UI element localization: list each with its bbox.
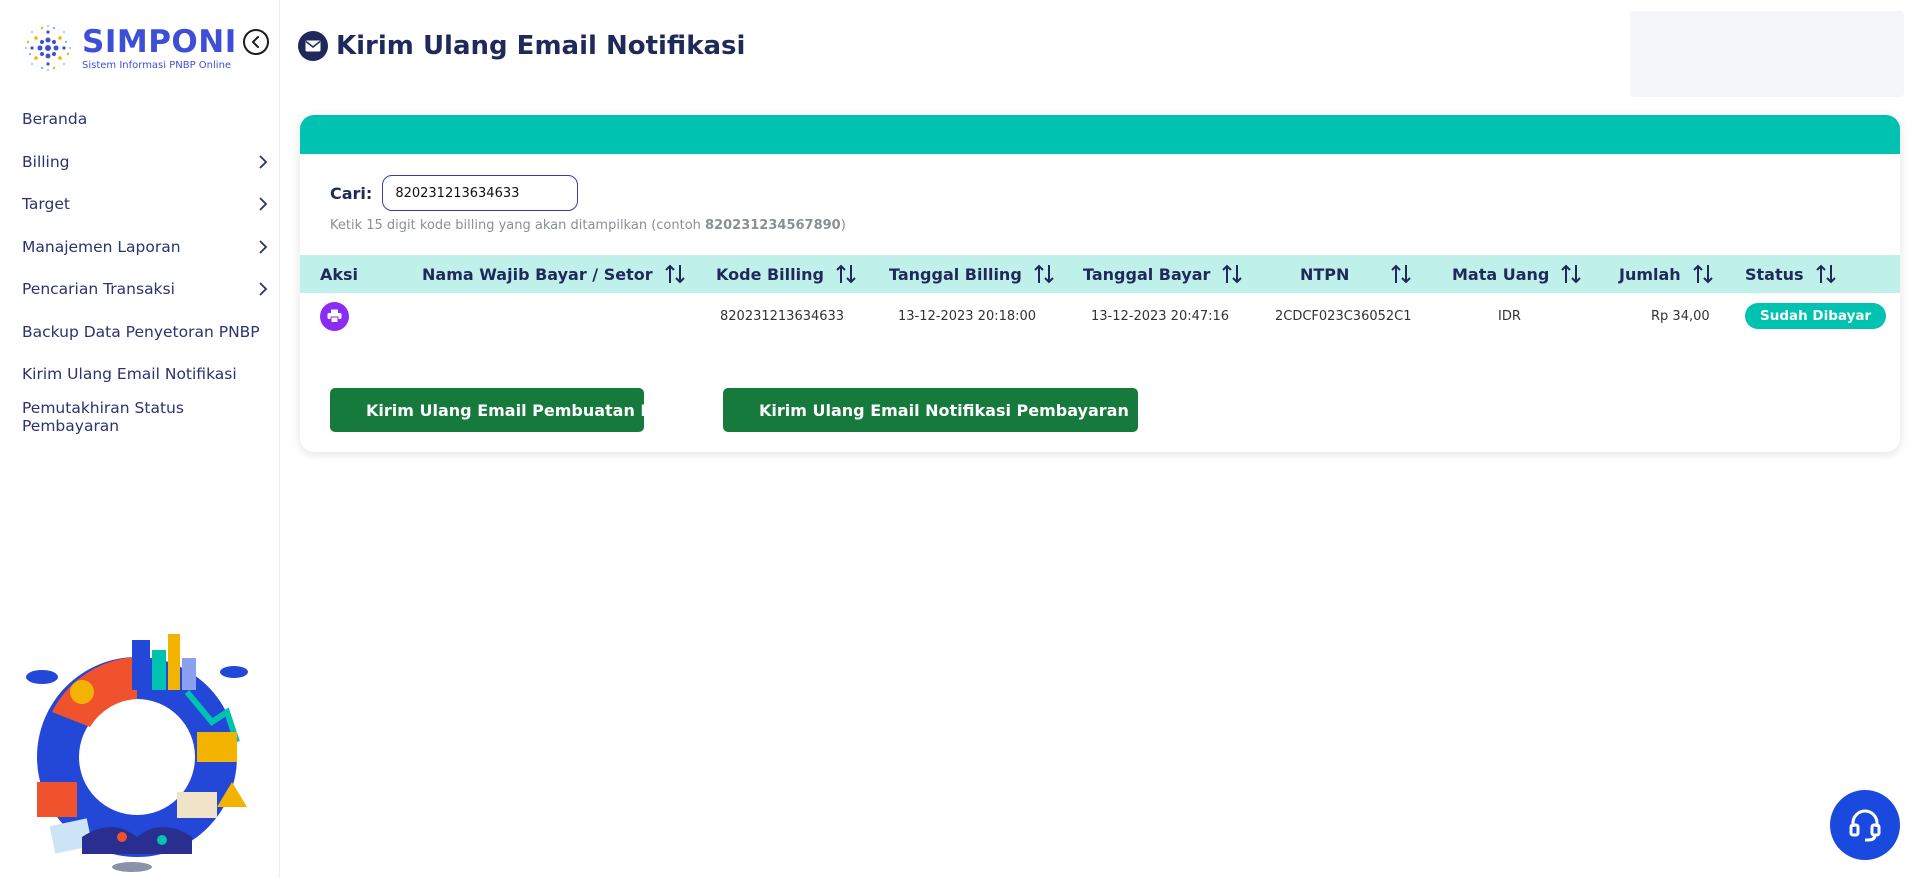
sidebar-item-label: Beranda [22, 110, 88, 129]
resend-notification-card: Cari: Ketik 15 digit kode billing yang a… [300, 115, 1900, 452]
headset-icon [1849, 809, 1881, 842]
brand-name: SIMPONI [82, 24, 237, 60]
search-row: Cari: [330, 175, 579, 211]
sidebar-item-label: Manajemen Laporan [22, 237, 181, 256]
search-hint-suffix: ) [840, 218, 846, 233]
sort-icon [1692, 264, 1713, 284]
sort-icon [1561, 264, 1582, 284]
page-title: Kirim Ulang Email Notifikasi [336, 31, 746, 61]
chevron-right-icon [259, 282, 268, 296]
sidebar-item-label: Pencarian Transaksi [22, 280, 175, 299]
sort-icon [1815, 264, 1836, 284]
search-hint: Ketik 15 digit kode billing yang akan di… [330, 218, 846, 233]
column-label: Nama Wajib Bayar / Setor [422, 264, 653, 284]
column-mata-uang[interactable]: Mata Uang [1452, 255, 1583, 293]
cell-ntpn: 2CDCF023C36052C1 [1275, 308, 1412, 324]
column-label: Tanggal Billing [889, 264, 1022, 284]
resend-billing-email-button[interactable]: Kirim Ulang Email Pembuatan Billing [330, 388, 697, 432]
column-label: Jumlah [1619, 264, 1681, 284]
sidebar-item-label: Billing [22, 152, 70, 171]
column-label: NTPN [1300, 264, 1350, 284]
chevron-right-icon [259, 154, 268, 169]
cell-kode-billing: 820231213634633 [720, 308, 845, 324]
column-jumlah[interactable]: Jumlah [1619, 255, 1715, 293]
sidebar-item-pencarian-transaksi[interactable]: Pencarian Transaksi [0, 268, 280, 311]
button-label: Kirim Ulang Email Pembuatan Billing [366, 400, 698, 420]
sidebar: SIMPONI Sistem Informasi PNBP Online Ber… [0, 0, 280, 878]
billing-code-search-input[interactable] [382, 175, 579, 211]
cell-aksi [320, 293, 349, 339]
chevron-right-icon [259, 197, 268, 211]
cell-mata-uang: IDR [1498, 308, 1521, 324]
column-label: Status [1745, 264, 1804, 284]
envelope-icon [298, 31, 328, 61]
sidebar-item-pemutakhiran-status[interactable]: Pemutakhiran Status Pembayaran [0, 396, 280, 439]
cell-tanggal-billing: 13-12-2023 20:18:00 [898, 308, 1037, 324]
chevron-left-icon [252, 36, 259, 48]
card-header-bar [300, 115, 1900, 154]
page-header: Kirim Ulang Email Notifikasi [298, 28, 745, 64]
sort-icon [836, 264, 856, 284]
resend-payment-email-button[interactable]: Kirim Ulang Email Notifikasi Pembayaran [723, 388, 1138, 432]
column-tanggal-bayar[interactable]: Tanggal Bayar [1083, 255, 1244, 293]
column-tanggal-billing[interactable]: Tanggal Billing [889, 255, 1056, 293]
sidebar-item-manajemen-laporan[interactable]: Manajemen Laporan [0, 226, 280, 269]
button-label: Kirim Ulang Email Notifikasi Pembayaran [759, 400, 1129, 420]
sidebar-item-label: Backup Data Penyetoran PNBP [22, 322, 260, 341]
table-row: 820231213634633 13-12-2023 20:18:00 13-1… [300, 293, 1900, 339]
sidebar-item-target[interactable]: Target [0, 183, 280, 226]
column-label: Mata Uang [1452, 264, 1550, 284]
collapse-sidebar-button[interactable] [243, 29, 269, 55]
cell-status: Sudah Dibayar [1745, 293, 1887, 339]
printer-icon [327, 309, 342, 323]
table-header: Aksi Nama Wajib Bayar / Setor Kode Billi… [300, 255, 1900, 293]
sort-icon [1391, 264, 1412, 284]
logo-dots-icon [25, 25, 71, 71]
column-label: Kode Billing [716, 264, 824, 284]
column-status[interactable]: Status [1745, 255, 1838, 293]
column-aksi: Aksi [320, 255, 358, 293]
sidebar-menu: Beranda Billing Target Manajemen Laporan… [0, 98, 280, 438]
sidebar-item-label: Kirim Ulang Email Notifikasi [22, 365, 237, 384]
column-nama[interactable]: Nama Wajib Bayar / Setor [422, 255, 687, 293]
help-support-button[interactable] [1830, 790, 1900, 860]
column-label: Aksi [320, 264, 359, 284]
sort-icon [1034, 264, 1054, 284]
search-label: Cari: [330, 183, 373, 203]
sidebar-item-backup-data[interactable]: Backup Data Penyetoran PNBP [0, 311, 280, 354]
status-badge: Sudah Dibayar [1745, 303, 1887, 329]
sidebar-item-kirim-ulang-email[interactable]: Kirim Ulang Email Notifikasi [0, 353, 280, 396]
column-kode-billing[interactable]: Kode Billing [716, 255, 858, 293]
sidebar-item-label: Pemutakhiran Status Pembayaran [22, 398, 184, 435]
cell-jumlah: Rp 34,00 [1651, 308, 1710, 324]
sidebar-illustration [26, 634, 248, 872]
sidebar-item-label: Target [22, 195, 70, 214]
search-hint-example: 820231234567890 [705, 218, 841, 233]
header-placeholder-box [1630, 11, 1904, 97]
chevron-right-icon [259, 239, 268, 254]
simponi-logo[interactable]: SIMPONI Sistem Informasi PNBP Online [18, 18, 238, 78]
sort-icon [664, 264, 685, 284]
brand-tagline: Sistem Informasi PNBP Online [82, 60, 232, 71]
print-button[interactable] [320, 301, 349, 331]
cell-tanggal-bayar: 13-12-2023 20:47:16 [1091, 308, 1230, 324]
sidebar-item-beranda[interactable]: Beranda [0, 98, 280, 141]
sidebar-item-billing[interactable]: Billing [0, 141, 280, 184]
column-ntpn[interactable]: NTPN [1300, 255, 1413, 293]
column-label: Tanggal Bayar [1083, 264, 1211, 284]
sort-icon [1222, 264, 1243, 284]
search-hint-prefix: Ketik 15 digit kode billing yang akan di… [330, 218, 706, 233]
